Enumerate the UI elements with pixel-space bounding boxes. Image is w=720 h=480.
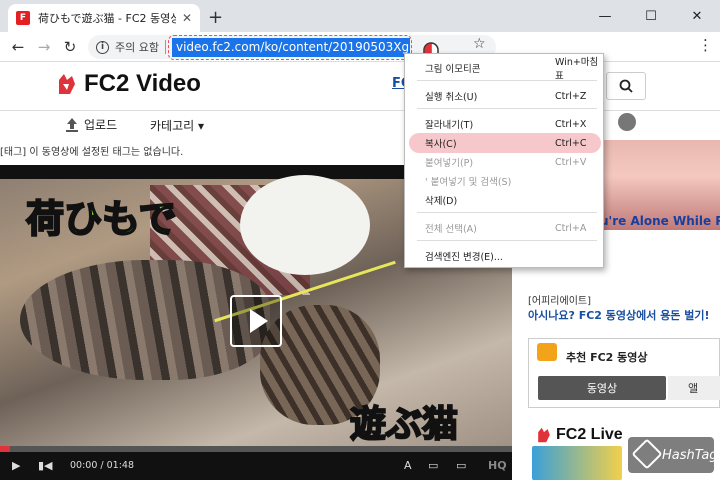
bookmark-star-icon[interactable]: ☆ — [473, 36, 486, 52]
context-menu-item[interactable]: 복사(C) Ctrl+C — [405, 133, 605, 153]
minimize-button[interactable]: — — [582, 0, 628, 32]
fc2-favicon-icon: F — [16, 11, 30, 25]
play-overlay-button[interactable] — [230, 295, 282, 347]
hq-button[interactable]: HQ — [488, 459, 507, 472]
menu-item-shortcut: Win+마침표 — [555, 57, 599, 82]
menu-item-label: 삭제(D) — [425, 196, 458, 207]
affiliate-tag: [어피리에이트] — [528, 296, 592, 307]
tab-video[interactable]: 동영상 — [538, 376, 666, 400]
tag-notice: [태그] 이 동영상에 설정된 태그는 없습니다. — [0, 147, 184, 158]
live-thumbnail[interactable] — [532, 446, 622, 480]
tv-icon — [537, 343, 557, 361]
menu-item-shortcut: Ctrl+A — [555, 222, 587, 234]
tab-close-icon[interactable]: ✕ — [182, 11, 192, 25]
context-menu-item[interactable]: 붙여넣기(P) Ctrl+V — [405, 153, 605, 171]
back-button[interactable]: ← — [8, 37, 28, 57]
menu-item-shortcut: Ctrl+X — [555, 118, 587, 130]
subtitle-icon[interactable]: ▭ — [428, 459, 438, 472]
upload-link[interactable]: 업로드 — [64, 116, 117, 133]
context-menu-item[interactable]: 검색엔진 변경(E)... — [405, 247, 605, 265]
play-icon[interactable]: ▶ — [12, 459, 20, 472]
upload-icon — [66, 117, 78, 132]
font-icon[interactable]: A — [404, 459, 412, 472]
context-menu-item[interactable]: 실행 취소(U) Ctrl+Z — [405, 87, 605, 105]
browser-tab[interactable]: F 荷ひもで遊ぶ猫 - FC2 동영상 ✕ — [8, 4, 200, 32]
screen-mode-icon[interactable]: ▭ — [456, 459, 466, 472]
tab-title: 荷ひもで遊ぶ猫 - FC2 동영상 — [38, 12, 176, 25]
new-tab-button[interactable]: + — [208, 7, 223, 28]
omnibox-divider — [164, 40, 166, 54]
menu-item-shortcut: Ctrl+C — [555, 137, 587, 149]
menu-separator — [417, 212, 597, 213]
security-label[interactable]: 주의 요함 — [115, 39, 159, 55]
fc2-live-mascot-icon — [538, 427, 550, 443]
menu-item-label: 잘라내기(T) — [425, 120, 474, 131]
user-avatar-icon[interactable] — [618, 113, 636, 131]
menu-item-shortcut: Ctrl+Z — [555, 90, 587, 102]
context-menu-item[interactable]: 그림 이모티콘 Win+마침표 — [405, 57, 605, 82]
browser-window: F 荷ひもで遊ぶ猫 - FC2 동영상 ✕ + — ☐ ✕ ← → ↻ i 주의… — [0, 0, 720, 480]
logo-text: FC2 Video — [84, 70, 201, 97]
upload-label: 업로드 — [84, 118, 118, 132]
forward-button[interactable]: → — [34, 37, 54, 57]
menu-separator — [417, 240, 597, 241]
fc2-live-text: FC2 Live — [556, 426, 623, 443]
context-menu-item[interactable]: 전체 선택(A) Ctrl+A — [405, 219, 605, 237]
context-menu-item[interactable]: 잘라내기(T) Ctrl+X — [405, 115, 605, 133]
fc2-live-logo[interactable]: FC2 Live — [536, 426, 623, 444]
url-highlight-outline — [168, 35, 412, 60]
menu-separator — [417, 108, 597, 109]
video-caption-top: 荷ひもで — [25, 195, 177, 242]
fc2-video-logo[interactable]: FC2 Video — [56, 70, 201, 98]
video-caption-bottom: 遊ぶ猫 — [349, 402, 459, 446]
watermark-icon — [631, 438, 663, 470]
browser-menu-icon[interactable]: ⋮ — [698, 36, 713, 54]
menu-item-label: 복사(C) — [425, 139, 457, 150]
tab-album[interactable]: 앨 — [668, 376, 720, 400]
menu-item-label: ' 붙여넣기 및 검색(S) — [425, 177, 512, 188]
menu-item-label: 그림 이모티콘 — [425, 64, 481, 75]
search-button[interactable] — [606, 72, 646, 100]
maximize-button[interactable]: ☐ — [628, 0, 674, 32]
context-menu-item[interactable]: 삭제(D) — [405, 191, 605, 209]
menu-item-label: 붙여넣기(P) — [425, 158, 474, 169]
reload-button[interactable]: ↻ — [60, 37, 80, 57]
context-menu-item[interactable]: ' 붙여넣기 및 검색(S) — [405, 172, 605, 190]
affiliate-link[interactable]: 아시나요? FC2 동영상에서 용돈 벌기! — [528, 307, 710, 323]
recommended-title: 추천 FC2 동영상 — [566, 351, 648, 364]
ad-caption[interactable]: u're Alone While Pl — [600, 214, 720, 228]
menu-item-label: 전체 선택(A) — [425, 224, 477, 235]
menu-item-label: 실행 취소(U) — [425, 92, 478, 103]
title-bar: F 荷ひもで遊ぶ猫 - FC2 동영상 ✕ + — ☐ ✕ — [0, 0, 720, 32]
watermark-text: HashTag — [662, 447, 718, 463]
category-menu[interactable]: 카테고리 ▾ — [150, 117, 204, 134]
menu-item-label: 검색엔진 변경(E)... — [425, 252, 503, 263]
watermark: HashTag — [628, 437, 718, 473]
context-menu: 그림 이모티콘 Win+마침표실행 취소(U) Ctrl+Z 잘라내기(T) Ctrl+… — [404, 53, 604, 268]
video-scene-white-cat — [240, 175, 370, 275]
close-button[interactable]: ✕ — [674, 0, 720, 32]
info-icon[interactable]: i — [96, 40, 109, 54]
volume-icon[interactable]: ▮◀ — [38, 459, 53, 472]
fc2-mascot-icon — [59, 74, 75, 94]
time-display: 00:00 / 01:48 — [70, 460, 134, 471]
search-icon — [619, 79, 633, 93]
video-controls: ▶ ▮◀ 00:00 / 01:48 A ▭ ▭ HQ — [0, 452, 512, 480]
menu-item-shortcut: Ctrl+V — [555, 156, 587, 168]
